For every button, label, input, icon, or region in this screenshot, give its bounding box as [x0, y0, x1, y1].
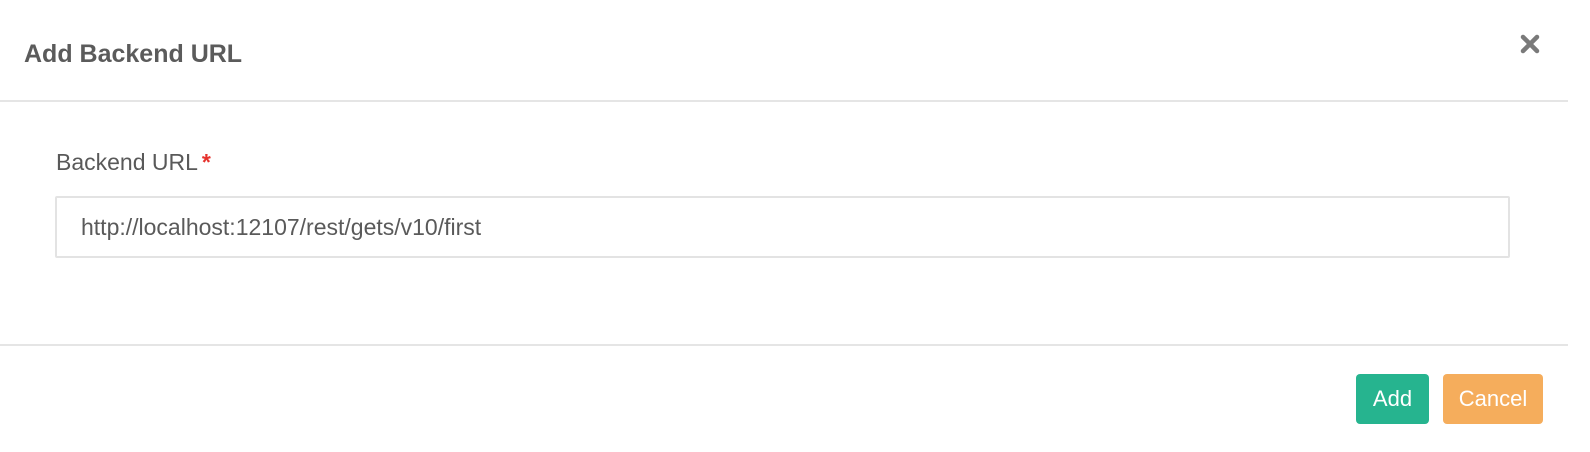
- close-icon: [1520, 34, 1540, 54]
- dialog-header: Add Backend URL: [0, 0, 1568, 102]
- dialog-title: Add Backend URL: [24, 40, 243, 68]
- add-backend-url-dialog: Add Backend URL Backend URL* Add Cancel: [0, 0, 1590, 452]
- backend-url-label-text: Backend URL: [56, 149, 198, 175]
- backend-url-label: Backend URL *: [56, 146, 211, 178]
- cancel-button[interactable]: Cancel: [1443, 374, 1543, 424]
- backend-url-input[interactable]: [55, 196, 1510, 258]
- add-button[interactable]: Add: [1356, 374, 1429, 424]
- dialog-body: Backend URL *: [0, 102, 1568, 346]
- dialog-footer: Add Cancel: [0, 346, 1568, 452]
- required-marker: *: [201, 149, 211, 175]
- close-button[interactable]: [1514, 28, 1546, 60]
